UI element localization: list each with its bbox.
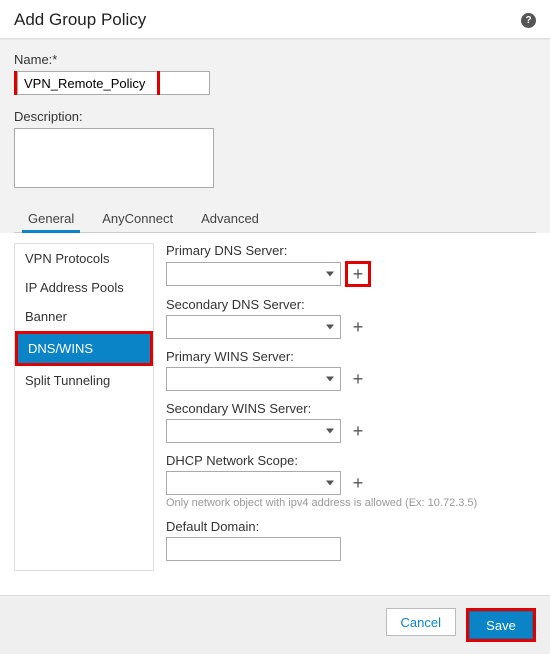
side-item-split-tunneling[interactable]: Split Tunneling xyxy=(15,366,153,395)
primary-dns-label: Primary DNS Server: xyxy=(166,243,536,258)
primary-wins-label: Primary WINS Server: xyxy=(166,349,536,364)
tab-bar: General AnyConnect Advanced xyxy=(14,205,536,233)
help-icon[interactable]: ? xyxy=(521,13,536,28)
name-label: Name:* xyxy=(14,52,536,67)
tab-general[interactable]: General xyxy=(14,205,88,232)
side-item-ip-pools[interactable]: IP Address Pools xyxy=(15,273,153,302)
primary-dns-select[interactable] xyxy=(166,262,341,286)
main-area: VPN Protocols IP Address Pools Banner DN… xyxy=(0,233,550,595)
secondary-dns-label: Secondary DNS Server: xyxy=(166,297,536,312)
tab-anyconnect[interactable]: AnyConnect xyxy=(88,205,187,232)
name-row xyxy=(14,71,536,95)
secondary-wins-label: Secondary WINS Server: xyxy=(166,401,536,416)
primary-dns-row: Primary DNS Server: + xyxy=(166,243,536,287)
side-item-vpn-protocols[interactable]: VPN Protocols xyxy=(15,244,153,273)
dhcp-scope-hint: Only network object with ipv4 address is… xyxy=(166,497,536,509)
primary-wins-add-button[interactable]: + xyxy=(347,368,369,390)
dialog-header: Add Group Policy ? xyxy=(0,0,550,39)
secondary-wins-add-button[interactable]: + xyxy=(347,420,369,442)
default-domain-label: Default Domain: xyxy=(166,519,536,534)
default-domain-row: Default Domain: xyxy=(166,519,536,561)
name-highlight xyxy=(14,71,160,95)
primary-dns-add-button[interactable]: + xyxy=(348,263,368,285)
cancel-button[interactable]: Cancel xyxy=(386,608,456,636)
dialog-title: Add Group Policy xyxy=(14,10,146,30)
side-nav: VPN Protocols IP Address Pools Banner DN… xyxy=(14,243,154,571)
dialog-footer: Cancel Save xyxy=(0,595,550,654)
name-input-tail[interactable] xyxy=(160,71,210,95)
primary-dns-add-highlight: + xyxy=(345,261,371,287)
dhcp-scope-select[interactable] xyxy=(166,471,341,495)
default-domain-input[interactable] xyxy=(166,537,341,561)
side-item-dns-wins[interactable]: DNS/WINS xyxy=(18,334,150,363)
dhcp-scope-label: DHCP Network Scope: xyxy=(166,453,536,468)
secondary-dns-row: Secondary DNS Server: + xyxy=(166,297,536,339)
name-input[interactable] xyxy=(17,71,157,95)
dhcp-scope-row: DHCP Network Scope: + Only network objec… xyxy=(166,453,536,509)
save-button[interactable]: Save xyxy=(469,611,533,639)
form-area: Primary DNS Server: + Secondary DNS Serv… xyxy=(166,243,536,571)
side-item-banner[interactable]: Banner xyxy=(15,302,153,331)
description-input[interactable] xyxy=(14,128,214,188)
top-section: Name:* Description: General AnyConnect A… xyxy=(0,39,550,233)
secondary-wins-select[interactable] xyxy=(166,419,341,443)
description-label: Description: xyxy=(14,109,536,124)
secondary-wins-row: Secondary WINS Server: + xyxy=(166,401,536,443)
side-item-dns-wins-highlight: DNS/WINS xyxy=(15,331,153,366)
secondary-dns-select[interactable] xyxy=(166,315,341,339)
primary-wins-select[interactable] xyxy=(166,367,341,391)
tab-advanced[interactable]: Advanced xyxy=(187,205,273,232)
secondary-dns-add-button[interactable]: + xyxy=(347,316,369,338)
save-button-highlight: Save xyxy=(466,608,536,642)
dhcp-scope-add-button[interactable]: + xyxy=(347,472,369,494)
primary-wins-row: Primary WINS Server: + xyxy=(166,349,536,391)
